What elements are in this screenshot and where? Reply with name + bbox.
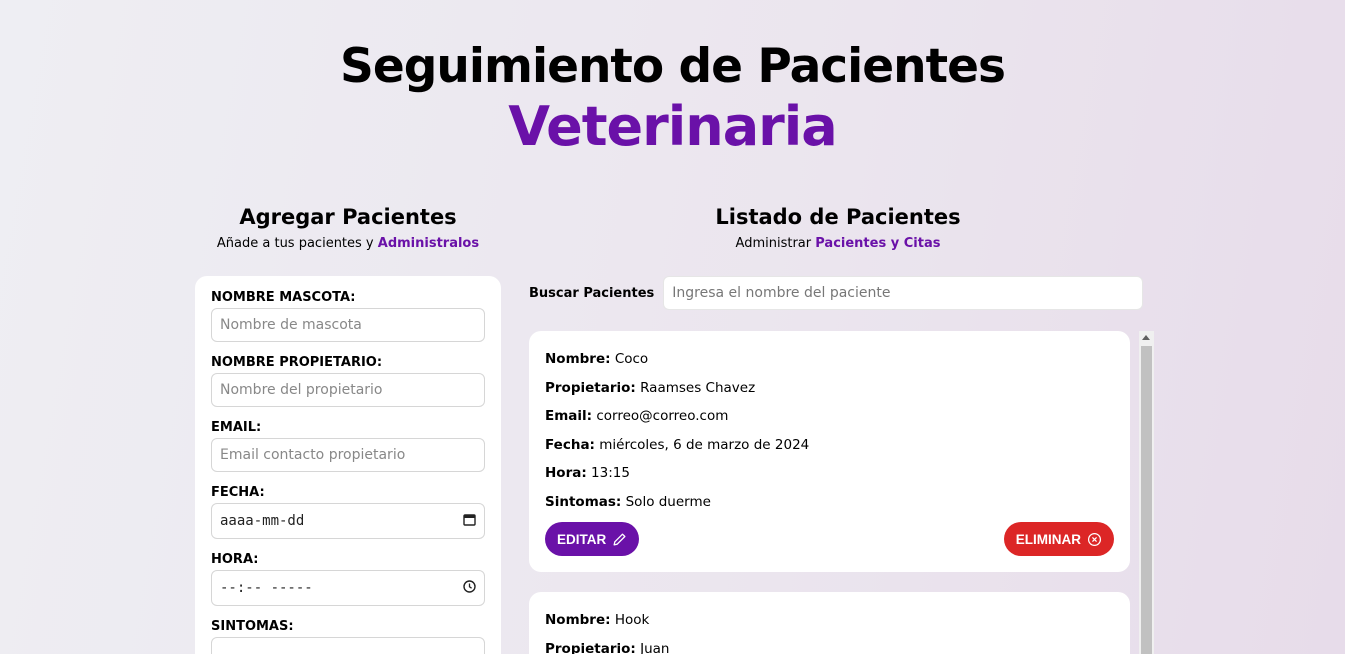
search-label: Buscar Pacientes xyxy=(529,285,655,301)
date-label: FECHA: xyxy=(211,485,265,500)
owner-input[interactable]: Nombre del propietario xyxy=(211,373,485,407)
list-scrollbar[interactable] xyxy=(1139,331,1154,654)
patient-time-row: Hora: 13:15 xyxy=(545,459,1114,488)
subtitle-highlight: Pacientes y Citas xyxy=(815,236,941,251)
email-placeholder: Email contacto propietario xyxy=(220,447,406,463)
symptoms-input[interactable] xyxy=(211,637,485,654)
date-placeholder: aaaa-mm-dd xyxy=(220,513,305,529)
delete-button[interactable]: ELIMINAR xyxy=(1003,522,1114,556)
form-section-subtitle: Añade a tus pacientes y Administralos xyxy=(195,236,501,251)
patient-card: Nombre: Hook Propietario: Juan xyxy=(529,592,1130,654)
patient-email-row: Email: correo@correo.com xyxy=(545,402,1114,431)
time-label: HORA: xyxy=(211,552,259,567)
patient-owner-row: Propietario: Raamses Chavez xyxy=(545,374,1114,403)
page-header: Seguimiento de Pacientes Veterinaria xyxy=(0,38,1345,158)
pet-name-label: NOMBRE MASCOTA: xyxy=(211,290,356,305)
list-section-header: Listado de Pacientes Administrar Pacient… xyxy=(529,204,1147,251)
patient-form: NOMBRE MASCOTA: Nombre de mascota NOMBRE… xyxy=(195,276,501,654)
patient-owner-row: Propietario: Juan xyxy=(545,635,1114,654)
date-field: FECHA: aaaa-mm-dd xyxy=(211,485,485,539)
date-input[interactable]: aaaa-mm-dd xyxy=(211,503,485,539)
patient-symptoms: Solo duerme xyxy=(625,493,711,510)
owner-field: NOMBRE PROPIETARIO: Nombre del propietar… xyxy=(211,355,485,407)
patient-name-row: Nombre: Coco xyxy=(545,345,1114,374)
search-bar: Buscar Pacientes Ingresa el nombre del p… xyxy=(529,276,1144,310)
owner-label: NOMBRE PROPIETARIO: xyxy=(211,355,383,370)
date-label: Fecha: xyxy=(545,436,595,453)
patient-date-row: Fecha: miércoles, 6 de marzo de 2024 xyxy=(545,431,1114,460)
form-section-title: Agregar Pacientes xyxy=(239,205,457,229)
time-label: Hora: xyxy=(545,465,587,481)
search-input[interactable]: Ingresa el nombre del paciente xyxy=(663,276,1144,310)
owner-label: Propietario: xyxy=(545,379,636,396)
scroll-up-arrow[interactable] xyxy=(1142,335,1150,340)
symptoms-label: Sintomas: xyxy=(545,493,622,510)
page-title-highlight: Veterinaria xyxy=(508,95,838,158)
pencil-icon xyxy=(613,533,626,545)
patient-owner: Juan xyxy=(640,640,670,654)
subtitle-text: Añade a tus pacientes y xyxy=(216,236,378,251)
scroll-thumb[interactable] xyxy=(1141,346,1152,654)
time-field: HORA: --:-- ----- xyxy=(211,552,485,606)
subtitle-highlight: Administralos xyxy=(377,236,480,251)
page-title: Seguimiento de Pacientes xyxy=(340,39,1006,94)
email-label: EMAIL: xyxy=(211,420,262,435)
name-label: Nombre: xyxy=(545,351,611,367)
name-label: Nombre: xyxy=(545,612,611,628)
patient-name: Hook xyxy=(614,612,650,628)
patient-list: Nombre: Coco Propietario: Raamses Chavez… xyxy=(529,331,1130,654)
symptoms-label: SINTOMAS: xyxy=(211,619,294,634)
pet-name-input[interactable]: Nombre de mascota xyxy=(211,308,485,342)
email-input[interactable]: Email contacto propietario xyxy=(211,438,485,472)
list-section-subtitle: Administrar Pacientes y Citas xyxy=(529,236,1147,251)
pet-name-placeholder: Nombre de mascota xyxy=(220,317,362,333)
patient-symptoms-row: Sintomas: Solo duerme xyxy=(545,488,1114,517)
subtitle-text: Administrar xyxy=(735,236,816,251)
time-placeholder: --:-- ----- xyxy=(220,580,313,596)
patient-time: 13:15 xyxy=(591,465,630,481)
patient-date: miércoles, 6 de marzo de 2024 xyxy=(599,436,810,453)
symptoms-field: SINTOMAS: xyxy=(211,619,485,654)
search-placeholder: Ingresa el nombre del paciente xyxy=(672,285,891,301)
email-label: Email: xyxy=(545,408,593,424)
edit-button[interactable]: EDITAR xyxy=(545,522,640,556)
form-section-header: Agregar Pacientes Añade a tus pacientes … xyxy=(195,204,501,251)
clock-icon[interactable] xyxy=(463,579,476,597)
email-field: EMAIL: Email contacto propietario xyxy=(211,420,485,472)
delete-button-label: ELIMINAR xyxy=(1015,531,1081,547)
list-section-title: Listado de Pacientes xyxy=(715,205,961,229)
close-circle-icon xyxy=(1087,532,1102,546)
edit-button-label: EDITAR xyxy=(557,531,607,547)
patient-name: Coco xyxy=(614,351,649,367)
owner-placeholder: Nombre del propietario xyxy=(220,382,383,398)
patient-owner: Raamses Chavez xyxy=(640,379,756,396)
owner-label: Propietario: xyxy=(545,640,636,654)
pet-name-field: NOMBRE MASCOTA: Nombre de mascota xyxy=(211,290,485,342)
time-input[interactable]: --:-- ----- xyxy=(211,570,485,606)
calendar-icon[interactable] xyxy=(463,513,476,530)
patient-email: correo@correo.com xyxy=(596,408,729,424)
patient-name-row: Nombre: Hook xyxy=(545,606,1114,635)
patient-card: Nombre: Coco Propietario: Raamses Chavez… xyxy=(529,331,1130,572)
card-actions: EDITAR ELIMINAR xyxy=(545,522,1114,556)
